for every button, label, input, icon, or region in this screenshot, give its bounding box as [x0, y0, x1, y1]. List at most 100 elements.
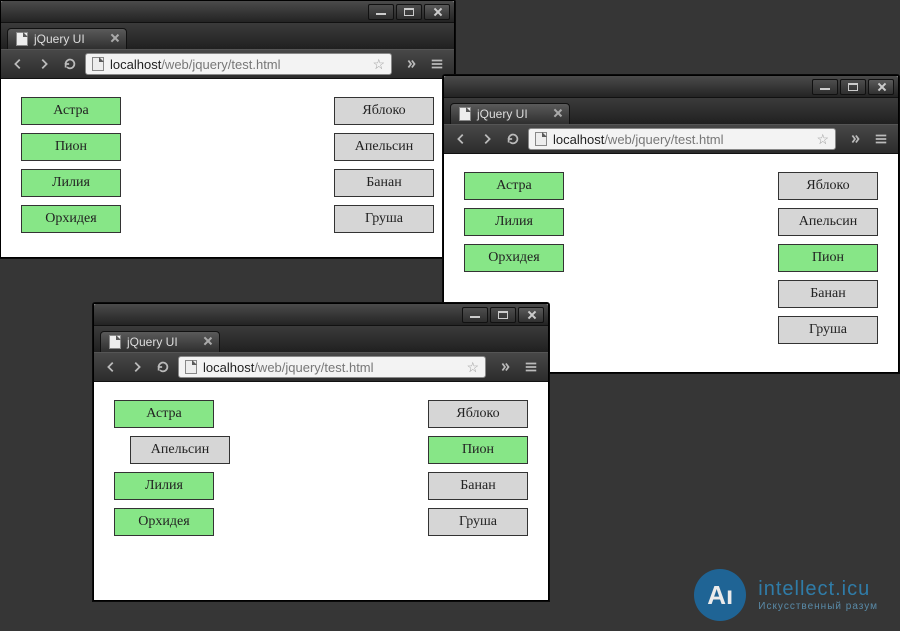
browser-tab[interactable]: jQuery UI	[450, 103, 570, 124]
window-titlebar[interactable]	[94, 304, 548, 326]
list-item[interactable]: Астра	[114, 400, 214, 428]
minimize-button[interactable]	[368, 4, 394, 20]
list-item[interactable]: Орхидея	[464, 244, 564, 272]
close-button[interactable]	[518, 307, 544, 323]
page-icon	[459, 107, 471, 121]
bookmark-star-icon[interactable]: ☆	[466, 359, 479, 376]
tab-title: jQuery UI	[477, 107, 528, 121]
reload-button[interactable]	[59, 53, 81, 75]
browser-tab[interactable]: jQuery UI	[100, 331, 220, 352]
forward-button[interactable]	[126, 356, 148, 378]
page-content: Астра Апельсин Лилия Орхидея Яблоко Пион Бана…	[94, 382, 548, 600]
window-titlebar[interactable]	[1, 1, 454, 23]
list-item[interactable]: Астра	[464, 172, 564, 200]
tab-strip: jQuery UI	[1, 23, 454, 49]
list-item[interactable]: Лилия	[21, 169, 121, 197]
window-controls	[462, 307, 544, 323]
watermark-logo: Aı	[694, 569, 746, 621]
bookmark-star-icon[interactable]: ☆	[372, 56, 385, 73]
window-titlebar[interactable]	[444, 76, 898, 98]
list-item[interactable]: Апельсин	[130, 436, 230, 464]
page-icon	[535, 132, 547, 146]
close-button[interactable]	[424, 4, 450, 20]
list-item[interactable]: Банан	[334, 169, 434, 197]
maximize-button[interactable]	[396, 4, 422, 20]
menu-button[interactable]	[870, 128, 892, 150]
page-icon	[92, 57, 104, 71]
tab-close-icon[interactable]	[203, 336, 213, 346]
back-button[interactable]	[100, 356, 122, 378]
bookmark-star-icon[interactable]: ☆	[816, 131, 829, 148]
maximize-button[interactable]	[840, 79, 866, 95]
minimize-button[interactable]	[462, 307, 488, 323]
window-controls	[812, 79, 894, 95]
address-bar[interactable]: localhost/web/jquery/test.html ☆	[85, 53, 392, 75]
menu-button[interactable]	[426, 53, 448, 75]
list-item[interactable]: Орхидея	[21, 205, 121, 233]
browser-toolbar: localhost/web/jquery/test.html ☆	[1, 49, 454, 79]
watermark-text: intellect.icu Искусственный разум	[758, 578, 878, 612]
sortable-list-right[interactable]: Яблоко Пион Банан Груша	[418, 400, 528, 582]
watermark-line2: Искусственный разум	[758, 601, 878, 612]
url-host: localhost	[203, 360, 254, 375]
list-item[interactable]: Пион	[778, 244, 878, 272]
page-icon	[16, 32, 28, 46]
browser-toolbar: localhost/web/jquery/test.html ☆	[444, 124, 898, 154]
address-bar[interactable]: localhost/web/jquery/test.html ☆	[528, 128, 836, 150]
list-item[interactable]: Банан	[428, 472, 528, 500]
forward-button[interactable]	[476, 128, 498, 150]
list-item[interactable]: Орхидея	[114, 508, 214, 536]
window-controls	[368, 4, 450, 20]
page-icon	[185, 360, 197, 374]
list-item[interactable]: Пион	[21, 133, 121, 161]
tab-strip: jQuery UI	[94, 326, 548, 352]
list-item[interactable]: Груша	[778, 316, 878, 344]
page-content: Астра Пион Лилия Орхидея Яблоко Апельсин Бана…	[1, 79, 454, 257]
list-item[interactable]: Лилия	[114, 472, 214, 500]
forward-button[interactable]	[33, 53, 55, 75]
watermark: Aı intellect.icu Искусственный разум	[694, 569, 878, 621]
list-item[interactable]: Яблоко	[334, 97, 434, 125]
sortable-list-right[interactable]: Яблоко Апельсин Пион Банан Груша	[768, 172, 878, 354]
watermark-line1: intellect.icu	[758, 578, 878, 601]
url-path: /web/jquery/test.html	[161, 57, 280, 72]
tab-title: jQuery UI	[127, 335, 178, 349]
url-host: localhost	[110, 57, 161, 72]
tab-close-icon[interactable]	[110, 33, 120, 43]
menu-button[interactable]	[520, 356, 542, 378]
url-host: localhost	[553, 132, 604, 147]
list-item[interactable]: Яблоко	[428, 400, 528, 428]
sortable-list-left[interactable]: АстраАпельсинЛилияОрхидея	[114, 400, 224, 582]
reload-button[interactable]	[502, 128, 524, 150]
maximize-button[interactable]	[490, 307, 516, 323]
list-item[interactable]: Груша	[428, 508, 528, 536]
minimize-button[interactable]	[812, 79, 838, 95]
back-button[interactable]	[7, 53, 29, 75]
list-item[interactable]: Астра	[21, 97, 121, 125]
address-bar[interactable]: localhost/web/jquery/test.html ☆	[178, 356, 486, 378]
browser-tab[interactable]: jQuery UI	[7, 28, 127, 49]
sortable-list-right[interactable]: Яблоко Апельсин Банан Груша	[324, 97, 434, 239]
reload-button[interactable]	[152, 356, 174, 378]
list-item[interactable]: Апельсин	[778, 208, 878, 236]
back-button[interactable]	[450, 128, 472, 150]
list-item[interactable]: Банан	[778, 280, 878, 308]
list-item[interactable]: Пион	[428, 436, 528, 464]
page-icon	[109, 335, 121, 349]
browser-window: jQuery UI localhost/web/jquery/test.html…	[0, 0, 455, 258]
tab-close-icon[interactable]	[553, 108, 563, 118]
tab-strip: jQuery UI	[444, 98, 898, 124]
url-path: /web/jquery/test.html	[254, 360, 373, 375]
list-item[interactable]: Апельсин	[334, 133, 434, 161]
list-item[interactable]: Груша	[334, 205, 434, 233]
browser-toolbar: localhost/web/jquery/test.html ☆	[94, 352, 548, 382]
overflow-button[interactable]	[844, 128, 866, 150]
close-button[interactable]	[868, 79, 894, 95]
tab-title: jQuery UI	[34, 32, 85, 46]
sortable-list-left[interactable]: Астра Пион Лилия Орхидея	[21, 97, 131, 239]
list-item[interactable]: Яблоко	[778, 172, 878, 200]
list-item[interactable]: Лилия	[464, 208, 564, 236]
overflow-button[interactable]	[494, 356, 516, 378]
browser-window: jQuery UI localhost/web/jquery/test.html…	[93, 303, 549, 601]
overflow-button[interactable]	[400, 53, 422, 75]
